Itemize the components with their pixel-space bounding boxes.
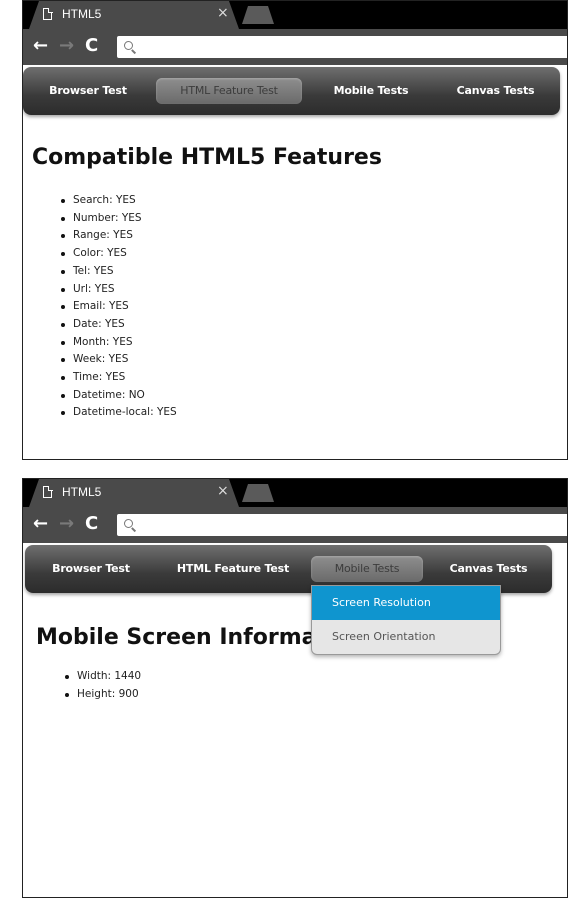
site-nav-menu: Browser Test HTML Feature Test Mobile Te… [23,67,560,115]
dropdown-item-screen-resolution[interactable]: Screen Resolution [312,586,500,620]
list-item: Url: YES [61,281,177,299]
list-item: Search: YES [61,192,177,210]
menu-html-feature-test[interactable]: HTML Feature Test [156,78,302,104]
page-icon [43,485,53,498]
reload-button[interactable]: C [85,513,98,535]
list-item: Range: YES [61,227,177,245]
screen-info-list: Width: 1440 Height: 900 [64,668,141,704]
list-item: Color: YES [61,245,177,263]
menu-canvas-tests[interactable]: Canvas Tests [448,78,543,104]
browser-tab[interactable]: HTML5 × [29,479,239,507]
menu-mobile-tests[interactable]: Mobile Tests [311,556,423,582]
menu-browser-test[interactable]: Browser Test [42,556,140,582]
browser-tab[interactable]: HTML5 × [29,1,239,29]
list-item: Width: 1440 [64,668,141,686]
page-icon [43,7,53,20]
mobile-tests-dropdown: Screen Resolution Screen Orientation [311,585,501,655]
menu-html-feature-test[interactable]: HTML Feature Test [160,556,306,582]
page-content: Compatible HTML5 Features Search: YES Nu… [23,121,567,459]
address-bar[interactable] [117,514,567,536]
browser-window-mobile-info: HTML5 × ← → C Browser Test HTML Feature … [22,478,568,898]
back-button[interactable]: ← [33,35,48,57]
list-item: Time: YES [61,369,177,387]
list-item: Height: 900 [64,686,141,704]
browser-toolbar: ← → C [23,507,567,543]
browser-chrome: HTML5 × ← → C [23,1,567,65]
list-item: Month: YES [61,334,177,352]
forward-button[interactable]: → [59,35,74,57]
browser-chrome: HTML5 × ← → C [23,479,567,543]
list-item: Tel: YES [61,263,177,281]
menu-mobile-tests[interactable]: Mobile Tests [325,78,417,104]
search-icon [124,41,133,50]
new-tab-button[interactable] [242,484,274,502]
list-item: Date: YES [61,316,177,334]
list-item: Datetime: NO [61,387,177,405]
list-item: Number: YES [61,210,177,228]
search-icon [124,519,133,528]
new-tab-button[interactable] [242,6,274,24]
close-tab-icon[interactable]: × [217,6,229,20]
tab-title: HTML5 [62,485,102,499]
forward-button[interactable]: → [59,513,74,535]
tab-title: HTML5 [62,7,102,21]
menu-canvas-tests[interactable]: Canvas Tests [441,556,536,582]
list-item: Week: YES [61,351,177,369]
browser-toolbar: ← → C [23,29,567,65]
feature-list: Search: YES Number: YES Range: YES Color… [61,192,177,422]
menu-browser-test[interactable]: Browser Test [39,78,137,104]
back-button[interactable]: ← [33,513,48,535]
browser-window-html-features: HTML5 × ← → C Browser Test HTML Feature … [22,0,568,460]
close-tab-icon[interactable]: × [217,484,229,498]
list-item: Email: YES [61,298,177,316]
list-item: Datetime-local: YES [61,404,177,422]
dropdown-item-screen-orientation[interactable]: Screen Orientation [312,620,500,654]
page-title: Compatible HTML5 Features [32,145,382,170]
reload-button[interactable]: C [85,35,98,57]
address-bar[interactable] [117,36,567,58]
